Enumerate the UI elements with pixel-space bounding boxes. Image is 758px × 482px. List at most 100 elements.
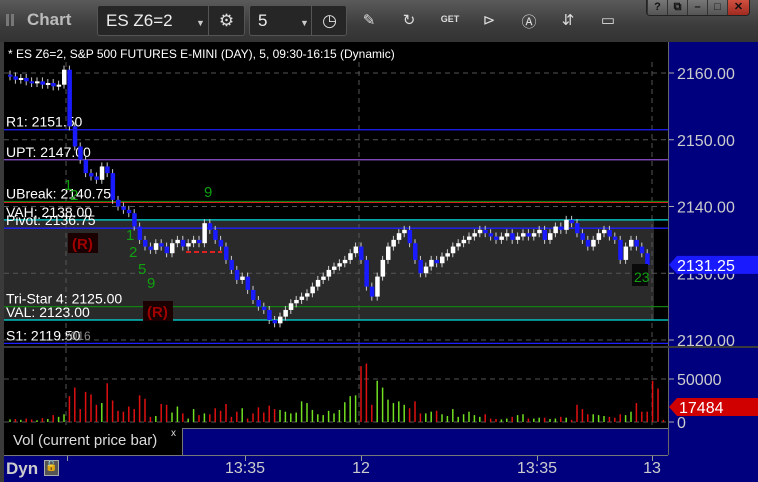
- candle-body: [531, 233, 537, 237]
- candle-body: [429, 259, 434, 267]
- candle-body: [299, 296, 305, 300]
- candle-body: [278, 316, 283, 324]
- candle-body: [143, 239, 148, 247]
- candle-body: [623, 246, 629, 260]
- candle-body: [153, 243, 159, 250]
- dynamic-mode-label[interactable]: Dyn: [6, 459, 38, 479]
- candle-body: [564, 219, 569, 230]
- price-tick-label: 2140.00: [677, 200, 735, 217]
- volume-tick-label: 0: [677, 415, 686, 432]
- candle-body: [321, 276, 326, 280]
- count-marker: 2: [70, 187, 78, 204]
- candle-body: [542, 229, 548, 240]
- candle-body: [180, 239, 186, 247]
- window-controls: ? ⧉ – □ ✕: [646, 0, 750, 16]
- candle-body: [591, 239, 596, 247]
- candle-body: [164, 246, 170, 254]
- candle-body: [110, 173, 116, 200]
- restore-button[interactable]: ⧉: [667, 0, 687, 15]
- candle-body: [504, 233, 510, 237]
- refresh-chart-icon[interactable]: ↻: [398, 11, 420, 29]
- candle-body: [558, 226, 564, 230]
- candle-body: [62, 69, 67, 85]
- play-icon[interactable]: ⊳: [478, 11, 500, 29]
- candle-body: [229, 259, 234, 270]
- candle-body: [575, 223, 580, 234]
- candle-body: [488, 233, 494, 237]
- candle-body: [402, 229, 407, 234]
- candle-body: [267, 309, 272, 320]
- volume-axis[interactable]: 50000 0 17484: [668, 348, 758, 455]
- candle-body: [51, 83, 56, 87]
- candle-body: [618, 239, 623, 260]
- window-title: Chart: [27, 10, 72, 29]
- candle-body: [40, 81, 45, 85]
- candle-body: [510, 233, 515, 240]
- candle-body: [170, 243, 175, 254]
- volume-chart[interactable]: [4, 348, 670, 428]
- candle-body: [423, 266, 429, 274]
- close-indicator-button[interactable]: x: [171, 428, 176, 439]
- candle-body: [272, 319, 278, 324]
- candle-body: [326, 269, 332, 277]
- link-icon[interactable]: ⇵: [557, 11, 579, 29]
- candle-body: [521, 233, 526, 237]
- candle-body: [375, 276, 380, 297]
- candle-body: [483, 229, 488, 234]
- close-button[interactable]: ✕: [727, 0, 749, 15]
- analysis-a-icon[interactable]: Ⓐ: [518, 11, 540, 32]
- time-label: 13: [643, 460, 661, 477]
- candle-body: [78, 146, 83, 160]
- candle-body: [629, 239, 634, 247]
- settings-icon[interactable]: ⚙: [208, 6, 244, 35]
- candle-body: [121, 206, 126, 210]
- candle-body: [175, 239, 180, 244]
- candle-body: [45, 83, 51, 86]
- price-axis[interactable]: 2160.00 2150.00 2140.00 2130.00 2120.00 2131.…: [668, 42, 758, 350]
- last-price-label: 2131.25: [677, 258, 735, 275]
- candle-body: [305, 293, 310, 297]
- lock-icon[interactable]: 🔓: [44, 460, 59, 476]
- minimize-button[interactable]: –: [687, 0, 707, 15]
- watermark: 2016: [64, 329, 91, 343]
- title-bar: Chart ES Z6=2 ▼ ⚙ 5 ▼ ◷ ✎ ↻ GET ⊳ Ⓐ ⇵ ▭ …: [0, 0, 758, 42]
- candle-body: [240, 276, 245, 280]
- candle-body: [332, 266, 337, 270]
- price-chart[interactable]: * ES Z6=2, S&P 500 FUTURES E-MINI (DAY),…: [4, 42, 668, 346]
- price-chart-svg: * ES Z6=2, S&P 500 FUTURES E-MINI (DAY),…: [4, 47, 668, 346]
- interval-combo[interactable]: 5 ▼ ◷: [249, 5, 347, 36]
- candle-body: [369, 286, 375, 297]
- candle-body: [224, 246, 229, 260]
- comment-icon[interactable]: ▭: [597, 11, 619, 29]
- candle-body: [8, 74, 13, 77]
- candle-body: [148, 246, 153, 250]
- candle-body: [434, 259, 440, 264]
- candle-body: [477, 229, 483, 234]
- symbol-combo[interactable]: ES Z6=2 ▼ ⚙: [97, 5, 245, 36]
- volume-chart-svg: [4, 348, 670, 428]
- help-button[interactable]: ?: [647, 0, 667, 15]
- candle-body: [499, 236, 504, 240]
- clock-icon[interactable]: ◷: [311, 6, 347, 35]
- get-icon[interactable]: GET: [439, 14, 461, 24]
- candle-body: [450, 246, 456, 254]
- candle-body: [537, 229, 542, 234]
- pencil-icon[interactable]: ✎: [358, 11, 380, 29]
- candle-body: [359, 246, 364, 260]
- candle-body: [213, 229, 218, 240]
- candle-body: [83, 159, 89, 174]
- candle-body: [413, 243, 418, 260]
- last-volume-label: 17484: [679, 400, 724, 417]
- candle-body: [386, 246, 391, 260]
- candle-body: [515, 236, 521, 240]
- time-axis[interactable]: Dyn 🔓 13:35 12 13:35 13: [4, 455, 668, 482]
- drag-grip-icon[interactable]: [6, 14, 14, 26]
- time-label: 13:35: [224, 460, 266, 477]
- candle-body: [396, 233, 402, 240]
- candle-body: [310, 286, 315, 294]
- chevron-down-icon[interactable]: ▼: [300, 18, 309, 28]
- maximize-button[interactable]: □: [707, 0, 727, 15]
- candle-body: [13, 76, 18, 80]
- time-label: 12: [352, 460, 370, 477]
- chevron-down-icon[interactable]: ▼: [196, 18, 205, 28]
